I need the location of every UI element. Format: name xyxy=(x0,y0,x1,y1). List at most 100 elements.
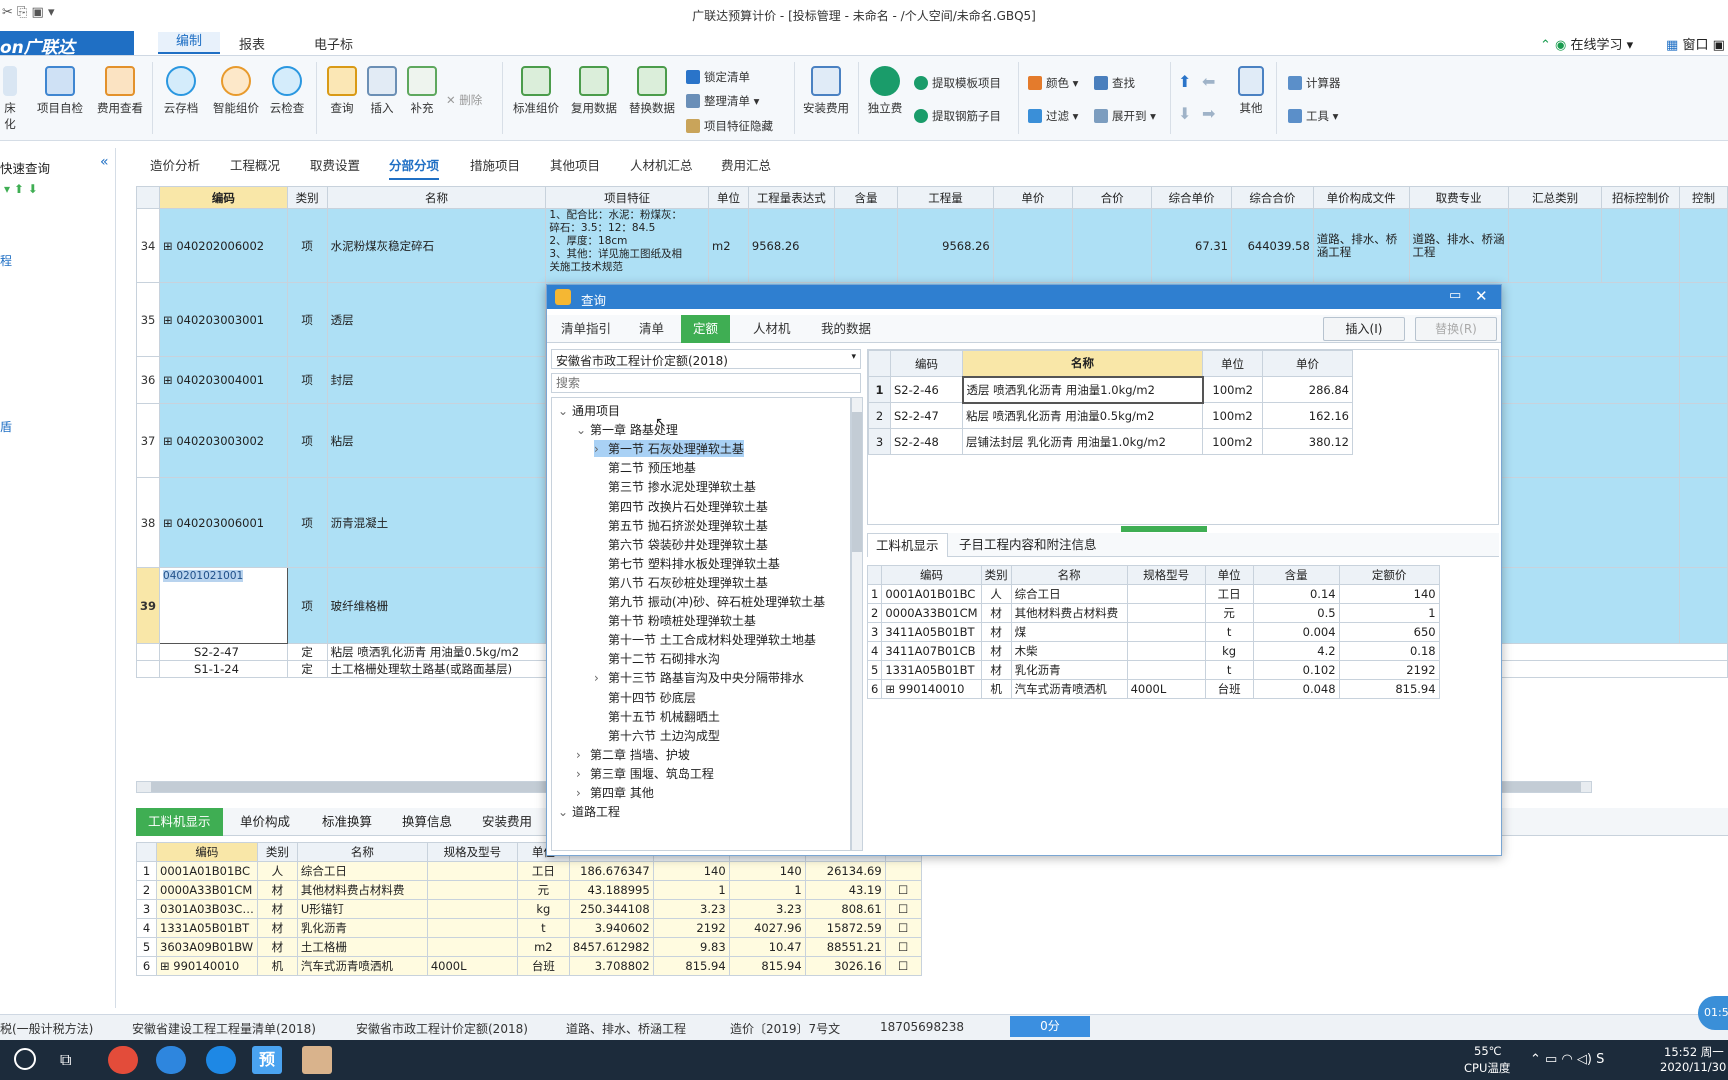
lower-tab-standard-conversion[interactable]: 标准换算 xyxy=(322,808,372,836)
collapse-icon[interactable]: « xyxy=(100,154,109,170)
chevron-right-icon[interactable]: › xyxy=(594,442,608,456)
row-checkbox[interactable] xyxy=(884,861,922,881)
tree-node[interactable]: 第九节 振动(冲)砂、碎石桩处理弹软土基 xyxy=(594,593,825,610)
expand-plus-icon[interactable]: ⊞ xyxy=(885,682,898,696)
image-app-icon[interactable] xyxy=(302,1046,332,1074)
quota-row[interactable]: 1 S2-2-46 透层 喷洒乳化沥青 用油量1.0kg/m2 100m2 286.84 xyxy=(868,375,1353,404)
row-checkbox[interactable]: ☐ xyxy=(884,937,922,957)
col-unit[interactable]: 单位 xyxy=(708,186,749,209)
tree-scrollbar[interactable] xyxy=(851,397,863,851)
tree-node[interactable]: ⌄ 通用项目 xyxy=(558,402,620,419)
tree-node[interactable]: 第七节 塑料排水板处理弹软土基 xyxy=(594,555,780,572)
row-checkbox[interactable]: ☐ xyxy=(884,918,922,938)
filter-button[interactable]: 过滤 ▾ xyxy=(1028,108,1078,124)
material-row[interactable]: 1 0001A01B01BC 人综合工日 工日 0.14 140 xyxy=(866,584,1440,604)
tab-overview[interactable]: 工程概况 xyxy=(230,152,280,180)
tree-node[interactable]: › 第一节 石灰处理弹软土基 xyxy=(594,440,744,458)
quota-row[interactable]: 3 S2-2-48 层铺法封层 乳化沥青 用油量1.0kg/m2 100m2 380.1… xyxy=(868,428,1353,455)
lower-tab-install-fee[interactable]: 安装费用 xyxy=(482,808,532,836)
chevron-right-icon[interactable]: › xyxy=(576,748,590,762)
smart-pricing-button[interactable]: 智能组价 xyxy=(208,66,264,116)
tab-fee-summary[interactable]: 费用汇总 xyxy=(721,152,771,180)
dialog-tab-my-data[interactable]: 我的数据 xyxy=(809,315,883,343)
find-button[interactable]: 查找 xyxy=(1094,75,1135,91)
move-left-icon[interactable]: ⬅ xyxy=(1202,72,1215,91)
material-row[interactable]: 4 3411A07B01CB 材木柴 kg 4.2 0.18 xyxy=(866,641,1440,661)
pricing-app-icon[interactable]: 预 xyxy=(252,1046,282,1074)
tree-node[interactable]: › 第三章 围堰、筑岛工程 xyxy=(576,765,714,782)
tree-node[interactable]: 第十六节 土边沟成型 xyxy=(594,727,720,744)
material-row[interactable]: 3 3411A05B01BT 材煤 t 0.004 650 xyxy=(866,622,1440,642)
tree-node[interactable]: › 第二章 挡墙、护坡 xyxy=(576,746,690,763)
cloud-check-button[interactable]: 云检查 xyxy=(264,66,310,116)
tree-node[interactable]: 第十节 粉喷桩处理弹软土基 xyxy=(594,612,756,629)
chevron-right-icon[interactable]: › xyxy=(594,671,608,685)
cost-view-button[interactable]: 费用查看 xyxy=(92,66,148,116)
col-total[interactable]: 合价 xyxy=(1072,186,1153,209)
row-checkbox[interactable]: ☐ xyxy=(884,956,922,976)
col-category[interactable]: 汇总类别 xyxy=(1507,186,1603,209)
dialog-tab-guide[interactable]: 清单指引 xyxy=(549,315,623,343)
tree-node[interactable]: 第五节 抛石挤淤处理弹软土基 xyxy=(594,517,768,534)
arrange-list-button[interactable]: 整理清单 ▾ xyxy=(686,93,759,109)
hide-feature-button[interactable]: 项目特征隐藏 xyxy=(686,118,773,134)
clock-time[interactable]: 15:52 周一 xyxy=(1664,1044,1724,1060)
insert-button[interactable]: 插入 xyxy=(362,66,402,116)
expand-plus-icon[interactable]: ⊞ xyxy=(163,313,173,327)
extract-rebar-button[interactable]: 提取钢筋子目 xyxy=(914,108,1001,124)
col-total-price[interactable]: 综合合价 xyxy=(1230,186,1314,209)
partial-ribbon-button[interactable]: 床化 xyxy=(0,66,20,132)
expand-plus-icon[interactable]: ⊞ xyxy=(163,239,173,253)
standard-pricing-button[interactable]: 标准组价 xyxy=(508,66,564,116)
col-feature[interactable]: 项目特征 xyxy=(545,186,710,209)
btab-materials[interactable]: 工料机显示 xyxy=(867,533,948,557)
expand-plus-icon[interactable]: ⊞ xyxy=(160,959,173,973)
cloud-save-button[interactable]: 云存档 xyxy=(158,66,204,116)
lock-list-button[interactable]: 锁定清单 xyxy=(686,69,750,85)
chrome-icon[interactable] xyxy=(108,1046,138,1074)
tree-item-partial[interactable]: 程 xyxy=(0,252,12,269)
col-name[interactable]: 名称 xyxy=(326,186,547,209)
tray-icons[interactable]: ⌃ ▭ ◠ ◁) S xyxy=(1530,1052,1604,1067)
table-row[interactable]: 1 0001A01B01BC 人综合工日 工日 186.676347 140 140 2613… xyxy=(136,861,922,881)
expand-plus-icon[interactable]: ⊞ xyxy=(163,373,173,387)
chevron-down-icon[interactable]: ⌄ xyxy=(576,423,590,437)
tree-node[interactable]: 第六节 袋装砂井处理弹软土基 xyxy=(594,536,768,553)
chevron-right-icon[interactable]: › xyxy=(576,767,590,781)
query-button[interactable]: 查询 xyxy=(322,66,362,116)
col-file[interactable]: 单价构成文件 xyxy=(1312,186,1410,209)
tree-node[interactable]: 第四节 改换片石处理弹软土基 xyxy=(594,498,768,515)
col-control2[interactable]: 控制 xyxy=(1679,186,1728,209)
lower-tab-materials[interactable]: 工料机显示 xyxy=(136,808,223,836)
tree-item-partial-2[interactable]: 盾 xyxy=(0,418,12,435)
tree-node[interactable]: › 第四章 其他 xyxy=(576,784,654,801)
table-row[interactable]: 2 0000A33B01CM 材其他材料费占材料费元 43.188995 1 1 43.19… xyxy=(136,880,922,900)
expand-to-button[interactable]: 展开到 ▾ xyxy=(1094,108,1156,124)
chevron-right-icon[interactable]: › xyxy=(576,786,590,800)
material-row[interactable]: 6 ⊞ 990140010 机汽车式沥青喷洒机 4000L 台班 0.048 815.94 xyxy=(866,679,1440,699)
move-up-icon[interactable]: ⬆ xyxy=(1178,72,1191,91)
col-unit[interactable]: 单位 xyxy=(1202,350,1263,377)
chevron-down-icon[interactable]: ⌄ xyxy=(558,805,572,819)
col-major[interactable]: 取费专业 xyxy=(1408,186,1509,209)
expand-plus-icon[interactable]: ⊞ xyxy=(163,516,173,530)
dialog-tab-quota[interactable]: 定额 xyxy=(681,315,731,343)
score-badge[interactable]: 0分 xyxy=(1010,1016,1090,1037)
lower-tab-conversion-info[interactable]: 换算信息 xyxy=(402,808,452,836)
tree-node[interactable]: 第十二节 石砌排水沟 xyxy=(594,650,720,667)
col-type[interactable]: 类别 xyxy=(286,186,328,209)
search-input[interactable] xyxy=(551,373,861,393)
replace-data-button[interactable]: 替换数据 xyxy=(624,66,680,116)
menu-tab-report[interactable]: 报表 xyxy=(239,34,265,53)
table-row[interactable]: 34 ⊞ 040202006002 项 水泥粉煤灰稳定碎石 1、配合比：水泥：粉… xyxy=(135,208,1728,283)
tree-toolbar[interactable]: ▾ ⬆ ⬇ xyxy=(4,182,38,196)
task-view-icon[interactable]: ⧉ xyxy=(60,1050,71,1070)
clock-date[interactable]: 2020/11/30 xyxy=(1660,1060,1726,1074)
col-qty[interactable]: 工程量 xyxy=(897,186,994,209)
quota-row[interactable]: 2 S2-2-47 粘层 喷洒乳化沥青 用油量0.5kg/m2 100m2 162.16 xyxy=(868,402,1353,429)
move-down-icon[interactable]: ⬇ xyxy=(1178,104,1191,123)
lower-tab-unit-price[interactable]: 单价构成 xyxy=(240,808,290,836)
tree-node[interactable]: 第十一节 土工合成材料处理弹软土地基 xyxy=(594,631,816,648)
tree-node[interactable]: ⌄ 道路工程 xyxy=(558,803,620,820)
online-learning[interactable]: ⌃ ◉ 在线学习 ▾ xyxy=(1540,34,1633,53)
